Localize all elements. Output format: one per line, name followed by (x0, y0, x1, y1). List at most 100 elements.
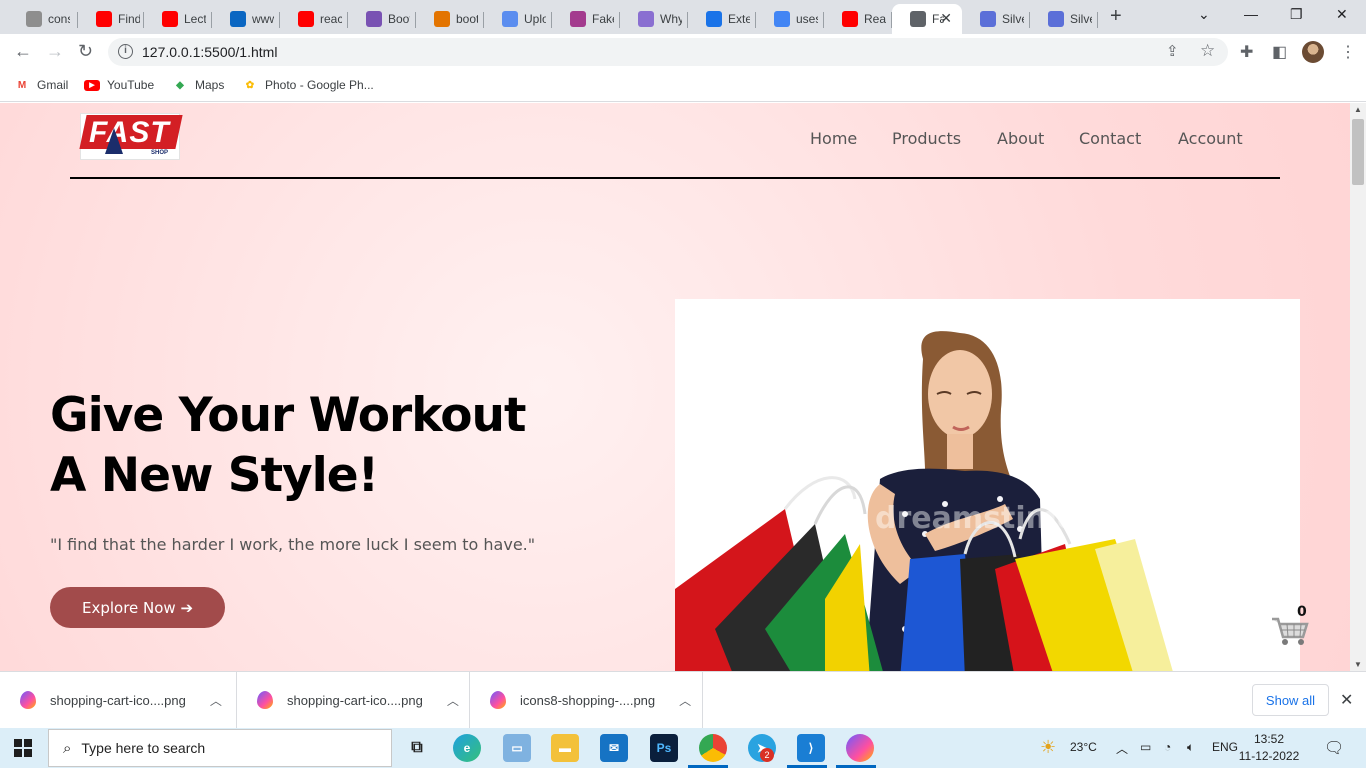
bookmark-maps[interactable]: ◆ Maps (172, 77, 224, 93)
paint-app-icon[interactable] (846, 734, 874, 762)
scroll-up-arrow-icon[interactable]: ▲ (1354, 105, 1362, 114)
side-panel-icon[interactable]: ◧ (1272, 42, 1287, 62)
linkedin-icon (230, 11, 246, 27)
edge-icon[interactable]: e (453, 734, 481, 762)
nav-account[interactable]: Account (1178, 129, 1243, 148)
clock-time: 13:52 (1253, 732, 1285, 746)
tab-title: www (252, 12, 274, 26)
browser-tab[interactable]: Bootstrap (348, 4, 416, 34)
search-icon: ⌕ (63, 739, 72, 757)
menu-kebab-icon[interactable]: ⋮ (1340, 42, 1356, 62)
bookmark-gmail[interactable]: M Gmail (14, 77, 69, 93)
task-view-icon[interactable]: ⧉ (403, 734, 431, 762)
weather-temp[interactable]: 23°C (1070, 740, 1097, 754)
download-item[interactable]: shopping-cart-ico....png ︿ (0, 672, 237, 728)
browser-toolbar: ← → ↻ i 127.0.0.1:5500/1.html ⇪ ☆ ✚ ◧ ⋮ (0, 34, 1366, 70)
scroll-down-arrow-icon[interactable]: ▼ (1354, 660, 1362, 669)
browser-tab[interactable]: Silver (1030, 4, 1098, 34)
tab-title: usese (796, 12, 818, 26)
browser-tab[interactable]: Upload (484, 4, 552, 34)
computer-icon[interactable]: ▭ (503, 734, 531, 762)
chevron-up-icon[interactable]: ︿ (210, 692, 222, 709)
browser-tab[interactable]: Fake (552, 4, 620, 34)
maximize-button[interactable]: ❐ (1290, 6, 1303, 23)
vscode-icon[interactable]: ⟩ (797, 734, 825, 762)
nav-home[interactable]: Home (810, 129, 857, 148)
address-bar[interactable]: i 127.0.0.1:5500/1.html ⇪ ☆ (108, 38, 1228, 66)
back-button[interactable]: ← (14, 41, 32, 61)
nav-about[interactable]: About (997, 129, 1044, 148)
hero-title-line2: A New Style! (50, 448, 379, 503)
browser-tab[interactable]: Lecture (144, 4, 212, 34)
code-icon (434, 11, 450, 27)
weather-icon[interactable]: ☀ (1040, 737, 1056, 758)
browser-tab[interactable]: Silver (962, 4, 1030, 34)
bookmark-label: Photo - Google Ph... (265, 78, 374, 92)
youtube-icon (162, 11, 178, 27)
browser-tab[interactable]: console (8, 4, 78, 34)
forward-button[interactable]: → (46, 41, 64, 61)
explore-now-button[interactable]: Explore Now ➔ (50, 587, 225, 628)
browser-tab[interactable]: react (280, 4, 348, 34)
close-window-button[interactable]: ✕ (1336, 6, 1348, 23)
browser-tab[interactable]: usese (756, 4, 824, 34)
bookmarks-bar: M Gmail ▶ YouTube ◆ Maps ✿ Photo - Googl… (0, 70, 1366, 102)
gmail-icon: M (17, 79, 27, 91)
chrome-icon[interactable] (699, 734, 727, 762)
site-logo[interactable]: FAST SHOP (79, 113, 183, 160)
browser-tab[interactable]: React (824, 4, 892, 34)
windows-start-icon[interactable] (14, 739, 32, 757)
bootstrap-icon (366, 11, 382, 27)
chevron-up-icon[interactable]: ︿ (679, 692, 691, 709)
browser-tab[interactable]: Why (620, 4, 688, 34)
browser-tab[interactable]: www (212, 4, 280, 34)
windows-taskbar: ⌕ Type here to search ⧉ e ▭ ▬ ✉ Ps ➤ 2 ⟩… (0, 728, 1366, 768)
tray-chevron-up-icon[interactable]: ︿ (1116, 740, 1128, 757)
nav-contact[interactable]: Contact (1079, 129, 1141, 148)
profile-avatar[interactable] (1302, 41, 1324, 63)
new-tab-button[interactable]: + (1110, 6, 1122, 26)
browser-tab[interactable]: bootstrap (416, 4, 484, 34)
close-tab-icon[interactable]: ✕ (940, 10, 952, 27)
youtube-icon (842, 11, 858, 27)
hero-title-line1: Give Your Workout (50, 388, 526, 443)
silver-icon (1048, 11, 1064, 27)
chevron-up-icon[interactable]: ︿ (447, 692, 459, 709)
extensions-puzzle-icon[interactable]: ✚ (1240, 42, 1253, 62)
silver-icon (980, 11, 996, 27)
taskbar-search-box[interactable]: ⌕ Type here to search (48, 729, 392, 767)
browser-tab[interactable]: Fa ✕ (892, 4, 962, 34)
site-info-icon[interactable]: i (118, 44, 133, 59)
tab-title: console (48, 12, 70, 26)
tab-title: Upload (524, 12, 546, 26)
bookmark-google-photos[interactable]: ✿ Photo - Google Ph... (242, 77, 374, 93)
wifi-icon[interactable]: ◔ (1164, 740, 1171, 754)
show-all-downloads-button[interactable]: Show all (1252, 684, 1329, 716)
photoshop-icon[interactable]: Ps (650, 734, 678, 762)
page-scrollbar[interactable]: ▲ ▼ (1350, 103, 1366, 671)
bookmark-star-icon[interactable]: ☆ (1200, 41, 1215, 61)
png-file-icon (20, 691, 36, 709)
url-text[interactable]: 127.0.0.1:5500/1.html (142, 44, 277, 60)
browser-tab[interactable]: Find (78, 4, 144, 34)
download-item[interactable]: shopping-cart-ico....png ︿ (237, 672, 470, 728)
share-icon[interactable]: ⇪ (1166, 42, 1179, 60)
battery-icon[interactable]: ▭ (1140, 740, 1151, 754)
scrollbar-thumb[interactable] (1352, 119, 1364, 185)
system-clock[interactable]: 13:52 11-12-2022 (1234, 731, 1304, 765)
nav-products[interactable]: Products (892, 129, 961, 148)
download-item[interactable]: icons8-shopping-....png ︿ (470, 672, 703, 728)
close-download-shelf-icon[interactable]: ✕ (1340, 690, 1353, 710)
notifications-icon[interactable]: 🗨︎ (1324, 738, 1344, 758)
browser-tab[interactable]: Extension (688, 4, 756, 34)
bookmark-youtube[interactable]: ▶ YouTube (84, 77, 154, 93)
volume-icon[interactable]: 🔈︎ (1187, 740, 1194, 755)
reload-button[interactable]: ↻ (78, 41, 93, 61)
mail-icon[interactable]: ✉ (600, 734, 628, 762)
file-explorer-icon[interactable]: ▬ (551, 734, 579, 762)
tab-title: react (320, 12, 342, 26)
youtube-icon: ▶ (84, 77, 100, 93)
minimize-button[interactable]: — (1244, 6, 1258, 22)
bookmark-label: YouTube (107, 78, 155, 92)
tab-search-icon[interactable]: ⌄ (1198, 6, 1210, 23)
